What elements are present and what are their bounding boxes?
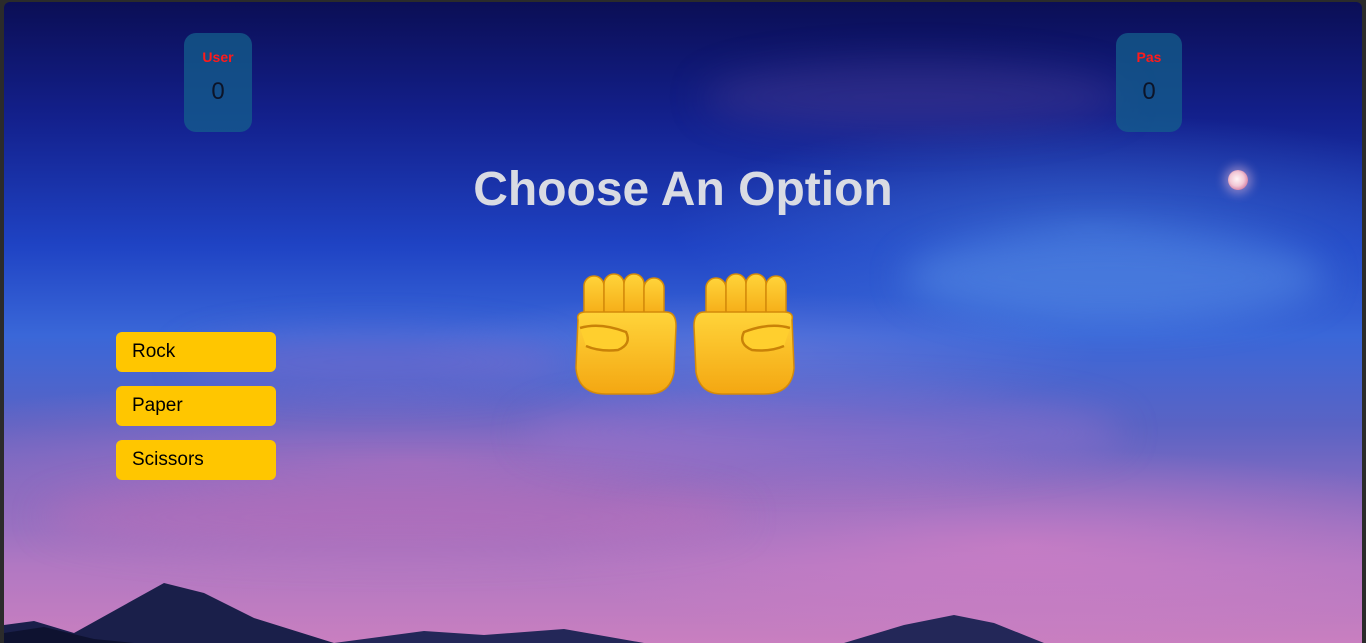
paper-button[interactable]: Paper xyxy=(116,386,276,426)
user-hand-fist-icon xyxy=(575,273,677,395)
computer-score-card: Pas 0 xyxy=(1116,33,1182,132)
user-score-card: User 0 xyxy=(184,33,252,132)
computer-score-label: Pas xyxy=(1136,49,1162,65)
rock-button[interactable]: Rock xyxy=(116,332,276,372)
computer-hand-fist-icon xyxy=(693,273,795,395)
page-title: Choose An Option xyxy=(473,163,893,216)
mountain-silhouette xyxy=(4,583,1044,643)
user-score-label: User xyxy=(202,49,234,65)
hands-display xyxy=(564,272,804,402)
computer-score-value: 0 xyxy=(1142,78,1156,105)
scissors-button[interactable]: Scissors xyxy=(116,440,276,480)
user-score-value: 0 xyxy=(211,78,225,105)
game-background: User 0 Pas 0 Choose An Option Rock Paper… xyxy=(4,2,1362,643)
